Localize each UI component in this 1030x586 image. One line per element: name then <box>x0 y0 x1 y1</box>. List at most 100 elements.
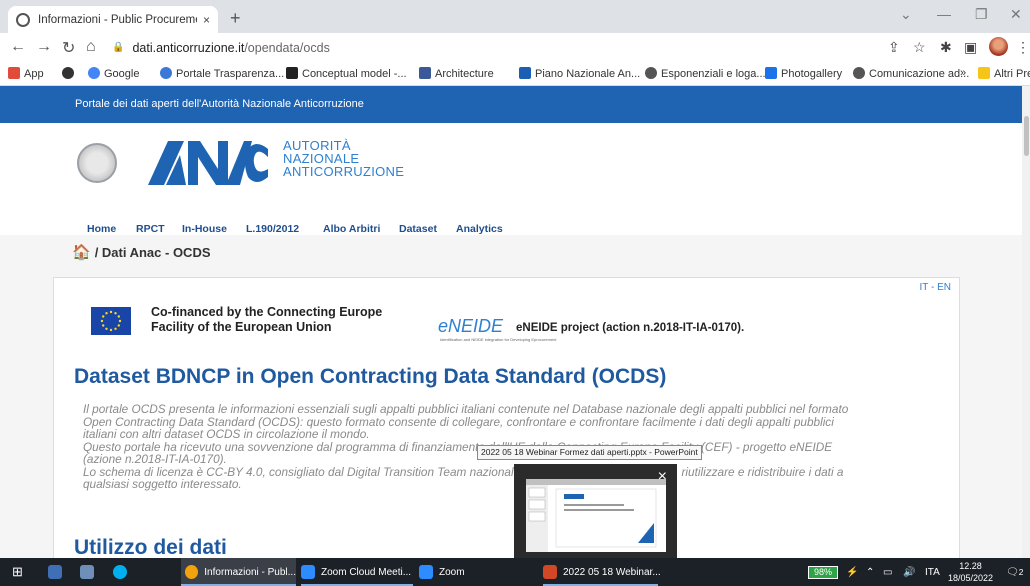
bookmark-photogallery[interactable]: Photogallery <box>765 67 842 80</box>
share-icon[interactable]: ⇪ <box>888 39 900 56</box>
bookmark-piano[interactable]: Piano Nazionale An... <box>519 67 640 80</box>
notifications-icon[interactable]: 🗨 2 <box>1006 558 1023 586</box>
bookmark-label: Esponenziali e loga... <box>661 68 766 80</box>
scroll-thumb[interactable] <box>1024 116 1029 156</box>
google-icon <box>88 67 100 79</box>
folder-icon <box>978 67 990 79</box>
web-page: Portale dei dati aperti dell'Autorità Na… <box>0 86 1022 558</box>
extensions-icon[interactable]: ✱ <box>940 39 952 56</box>
globe-icon <box>853 67 865 79</box>
globe-icon <box>645 67 657 79</box>
wiki-icon <box>286 67 298 79</box>
eneide-logo: eNEIDE <box>438 316 504 336</box>
bookmark-apps[interactable]: App <box>8 67 44 80</box>
bookmark-site[interactable] <box>62 67 78 80</box>
zoom-icon <box>419 565 433 579</box>
photogallery-icon <box>765 67 777 79</box>
clock-time: 12.28 <box>959 561 982 571</box>
taskbar-label: 2022 05 18 Webinar... <box>563 566 661 578</box>
bookmark-label: Comunicazione ad... <box>869 68 970 80</box>
bookmarks-bar: App Google Portale Trasparenza... Concep… <box>0 62 1030 86</box>
taskbar-label: Zoom <box>439 566 465 578</box>
lock-icon: 🔒 <box>112 42 125 53</box>
taskbar-zoom-cloud[interactable]: Zoom Cloud Meeti... <box>301 558 411 586</box>
system-clock[interactable]: 12.28 18/05/2022 <box>948 560 993 584</box>
windows-start-icon[interactable]: ⊞ <box>12 558 23 586</box>
eu-line-2: Facility of the European Union <box>151 320 332 334</box>
anac-wordmark: AUTORITÀ NAZIONALE ANTICORRUZIONE <box>283 139 404 178</box>
skype-icon[interactable] <box>113 558 133 586</box>
nav-analytics[interactable]: Analytics <box>456 223 503 235</box>
reload-icon[interactable]: ↻ <box>62 38 75 58</box>
back-icon[interactable]: ← <box>10 38 26 56</box>
nav-rpct[interactable]: RPCT <box>136 223 165 235</box>
nav-dataset[interactable]: Dataset <box>399 223 437 235</box>
architecture-icon <box>419 67 431 79</box>
more-bookmarks-button[interactable]: » <box>960 67 966 79</box>
bookmark-label: Conceptual model -... <box>302 68 407 80</box>
language-switch[interactable]: IT - EN <box>920 282 951 293</box>
network-icon[interactable]: ▭ <box>883 558 892 586</box>
bookmark-google[interactable]: Google <box>88 67 139 80</box>
chrome-icon <box>185 565 199 579</box>
taskbar-label: Zoom Cloud Meeti... <box>321 566 412 578</box>
menu-icon[interactable]: ⋮ <box>1016 39 1030 56</box>
eneide-tagline: Identification and NEIDE integration for… <box>440 337 557 342</box>
page-title: Dataset BDNCP in Open Contracting Data S… <box>74 365 667 388</box>
bookmark-portale[interactable]: Portale Trasparenza... <box>160 67 284 80</box>
browser-tab[interactable]: Informazioni - Public Procureme × <box>8 6 218 33</box>
clock-date: 18/05/2022 <box>948 573 994 583</box>
close-window-button[interactable]: ✕ <box>1010 6 1022 23</box>
taskbar-chrome[interactable]: Informazioni - Publ... <box>181 558 296 586</box>
home-icon[interactable]: ⌂ <box>86 38 96 56</box>
taskbar-zoom[interactable]: Zoom <box>419 558 465 586</box>
new-tab-button[interactable]: + <box>230 8 241 29</box>
power-icon[interactable]: ⚡ <box>846 558 858 586</box>
tab-search-icon[interactable]: ⌄ <box>900 6 912 23</box>
bookmark-label: Architecture <box>435 68 494 80</box>
volume-icon[interactable]: 🔊 <box>903 558 915 586</box>
nav-home[interactable]: Home <box>87 223 116 235</box>
minimize-button[interactable]: — <box>937 6 951 22</box>
eu-flag-icon <box>91 307 131 335</box>
tab-title: Informazioni - Public Procureme <box>38 13 197 26</box>
input-language[interactable]: ITA <box>925 558 940 586</box>
bookmark-label: App <box>24 68 44 80</box>
globe-icon <box>160 67 172 79</box>
bookmark-label: Altri Preferiti <box>994 68 1030 80</box>
forward-icon[interactable]: → <box>36 38 52 56</box>
battery-indicator[interactable]: 98% <box>808 566 838 579</box>
site-icon <box>62 67 74 79</box>
nav-l190[interactable]: L.190/2012 <box>246 223 299 235</box>
zoom-icon <box>301 565 315 579</box>
app-icon <box>48 565 62 579</box>
star-icon[interactable]: ☆ <box>913 39 926 56</box>
bookmark-conceptual[interactable]: Conceptual model -... <box>286 67 407 80</box>
anac-logo[interactable] <box>148 139 268 187</box>
restore-button[interactable]: ❐ <box>975 6 988 23</box>
pinned-app-icon[interactable] <box>80 558 100 586</box>
address-bar[interactable]: 🔒 dati.anticorruzione.it/opendata/ocds <box>112 36 842 59</box>
nav-albo-arbitri[interactable]: Albo Arbitri <box>323 223 380 235</box>
powerpoint-icon <box>543 565 557 579</box>
notification-count: 2 <box>1018 567 1024 577</box>
chevron-up-icon[interactable]: ⌃ <box>866 558 874 586</box>
windows-taskbar: ⊞ Informazioni - Publ... Zoom Cloud Meet… <box>0 558 1030 586</box>
taskbar-window-preview[interactable]: × <box>514 464 677 558</box>
close-tab-icon[interactable]: × <box>203 13 210 27</box>
pinned-app-icon[interactable] <box>48 558 68 586</box>
bookmark-label: Piano Nazionale An... <box>535 68 641 80</box>
bookmark-other-folder[interactable]: Altri Preferiti <box>978 67 1030 80</box>
bookmark-label: Photogallery <box>781 68 843 80</box>
bookmark-architecture[interactable]: Architecture <box>419 67 494 80</box>
anac-line-3: ANTICORRUZIONE <box>283 164 405 179</box>
profile-avatar[interactable] <box>989 37 1008 56</box>
bookmark-esponenziali[interactable]: Esponenziali e loga... <box>645 67 766 80</box>
sidepanel-icon[interactable]: ▣ <box>964 39 977 56</box>
eneide-project-text: eNEIDE project (action n.2018-IT-IA-0170… <box>516 322 745 334</box>
page-scrollbar[interactable] <box>1022 86 1030 558</box>
bookmark-comunicazione[interactable]: Comunicazione ad... <box>853 67 969 80</box>
taskbar-powerpoint[interactable]: 2022 05 18 Webinar... <box>543 558 661 586</box>
home-icon[interactable]: 🏠 <box>72 244 91 261</box>
nav-in-house[interactable]: In-House <box>182 223 227 235</box>
